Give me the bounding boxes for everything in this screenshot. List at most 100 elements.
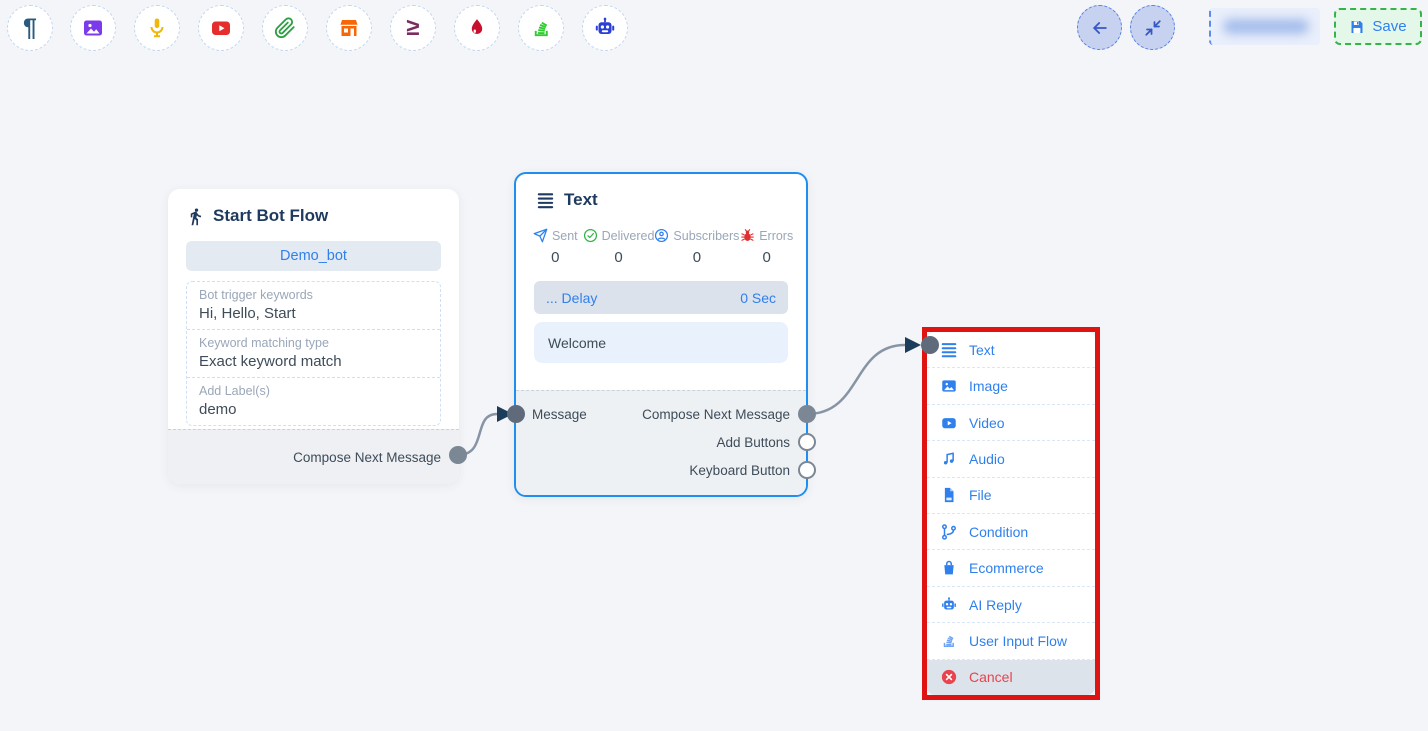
start-bot-flow-node[interactable]: Start Bot Flow Demo_bot Bot trigger keyw…: [168, 189, 459, 484]
field-add-labels[interactable]: Add Label(s) demo: [187, 378, 440, 425]
compose-next-message-label: Compose Next Message: [293, 450, 441, 465]
field-label: Add Label(s): [199, 384, 428, 398]
menu-item-condition[interactable]: Condition: [927, 514, 1095, 550]
image-icon: [81, 16, 105, 40]
field-value: Exact keyword match: [199, 353, 428, 370]
message-content-row[interactable]: Welcome: [534, 322, 788, 363]
stat-label: Sent: [552, 229, 578, 243]
add-node-context-menu: Text Image Video Audio File Condition Ec…: [922, 327, 1100, 700]
menu-item-ecommerce[interactable]: Ecommerce: [927, 550, 1095, 586]
context-menu-list: Text Image Video Audio File Condition Ec…: [927, 332, 1095, 695]
menu-item-text[interactable]: Text: [927, 332, 1095, 368]
menu-item-cancel[interactable]: Cancel: [927, 660, 1095, 695]
menu-item-label: Audio: [969, 451, 1005, 467]
greater-equal-icon: ≥: [406, 16, 419, 40]
text-node-title: Text: [564, 190, 598, 210]
text-node-header: Text: [516, 174, 806, 214]
text-node[interactable]: Text Sent 0 Delivered 0 Subscribers 0: [514, 172, 808, 497]
toolbar-ai-reply-button[interactable]: [582, 5, 628, 51]
toolbar-condition-button[interactable]: ≥: [390, 5, 436, 51]
field-label: Bot trigger keywords: [199, 288, 428, 302]
walking-person-icon: [186, 207, 205, 226]
arrow-left-icon: [1090, 18, 1110, 38]
redacted-button[interactable]: [1209, 8, 1320, 45]
text-node-stats: Sent 0 Delivered 0 Subscribers 0 Errors …: [516, 214, 806, 266]
menu-item-label: Video: [969, 415, 1005, 431]
menu-item-image[interactable]: Image: [927, 368, 1095, 404]
stat-sent: Sent 0: [528, 228, 583, 266]
toolbar-image-button[interactable]: [70, 5, 116, 51]
condition-icon: [940, 523, 958, 541]
start-node-title: Start Bot Flow: [213, 206, 328, 226]
menu-item-label: Condition: [969, 524, 1028, 540]
menu-item-label: Ecommerce: [969, 560, 1044, 576]
menu-item-user-input-flow[interactable]: User Input Flow: [927, 623, 1095, 659]
text-node-output-keyboard-handle[interactable]: [798, 461, 816, 479]
field-label: Keyword matching type: [199, 336, 428, 350]
toolbar-ecommerce-button[interactable]: [326, 5, 372, 51]
user-input-flow-icon: [940, 632, 958, 650]
text-node-footer: Message Compose Next Message Add Buttons…: [516, 390, 806, 495]
menu-item-video[interactable]: Video: [927, 405, 1095, 441]
fit-view-button[interactable]: [1130, 5, 1175, 50]
save-icon: [1349, 19, 1365, 35]
start-node-fields: Bot trigger keywords Hi, Hello, Start Ke…: [186, 281, 441, 426]
start-node-footer: Compose Next Message: [168, 429, 459, 484]
image-icon: [940, 377, 958, 395]
toolbar-file-button[interactable]: [262, 5, 308, 51]
field-bot-trigger-keywords[interactable]: Bot trigger keywords Hi, Hello, Start: [187, 282, 440, 330]
pilcrow-icon: ¶: [23, 16, 37, 41]
start-node-output-handle[interactable]: [449, 446, 467, 464]
cancel-icon: [940, 668, 958, 686]
compress-icon: [1144, 19, 1162, 37]
ai-reply-icon: [940, 596, 958, 614]
menu-item-label: AI Reply: [969, 597, 1022, 613]
subscriber-icon: [654, 228, 669, 243]
text-node-output-add-buttons-handle[interactable]: [798, 433, 816, 451]
stat-delivered: Delivered 0: [583, 228, 655, 266]
delay-row[interactable]: ... Delay 0 Sec: [534, 281, 788, 314]
video-icon: [940, 414, 958, 432]
menu-item-label: User Input Flow: [969, 633, 1067, 649]
paperclip-icon: [274, 17, 296, 39]
menu-item-label: Text: [969, 342, 995, 358]
field-value: Hi, Hello, Start: [199, 305, 428, 322]
toolbar-video-button[interactable]: [198, 5, 244, 51]
text-icon: [940, 341, 958, 359]
menu-item-ai-reply[interactable]: AI Reply: [927, 587, 1095, 623]
stack-icon: [530, 17, 553, 40]
menu-item-audio[interactable]: Audio: [927, 441, 1095, 477]
droplet-icon: [466, 17, 488, 39]
ecommerce-icon: [940, 559, 958, 577]
text-node-input-handle[interactable]: [507, 405, 525, 423]
text-node-output-compose-handle[interactable]: [798, 405, 816, 423]
stat-value: 0: [528, 249, 583, 266]
robot-icon: [593, 16, 617, 40]
stat-errors: Errors 0: [739, 228, 794, 266]
file-icon: [940, 486, 958, 504]
audio-icon: [940, 450, 958, 468]
stat-label: Errors: [759, 229, 793, 243]
compose-next-message-label: Compose Next Message: [642, 407, 790, 422]
delay-label: ... Delay: [546, 290, 597, 306]
toolbar-text-button[interactable]: ¶: [7, 5, 53, 51]
stat-value: 0: [583, 249, 655, 266]
save-button[interactable]: Save: [1334, 8, 1422, 45]
bot-name-button[interactable]: Demo_bot: [186, 241, 441, 271]
delay-value: 0 Sec: [740, 290, 776, 306]
menu-item-file[interactable]: File: [927, 478, 1095, 514]
save-button-label: Save: [1372, 18, 1406, 35]
store-icon: [337, 16, 361, 40]
toolbar-drip-button[interactable]: [454, 5, 500, 51]
menu-lines-icon: [536, 191, 555, 210]
context-menu-input-handle[interactable]: [921, 336, 939, 354]
toolbar-audio-button[interactable]: [134, 5, 180, 51]
field-keyword-matching-type[interactable]: Keyword matching type Exact keyword matc…: [187, 330, 440, 378]
message-input-label: Message: [532, 407, 587, 422]
stat-label: Delivered: [602, 229, 655, 243]
field-value: demo: [199, 401, 428, 418]
youtube-icon: [209, 16, 233, 40]
start-node-header: Start Bot Flow: [168, 189, 459, 232]
back-button[interactable]: [1077, 5, 1122, 50]
toolbar-user-input-flow-button[interactable]: [518, 5, 564, 51]
